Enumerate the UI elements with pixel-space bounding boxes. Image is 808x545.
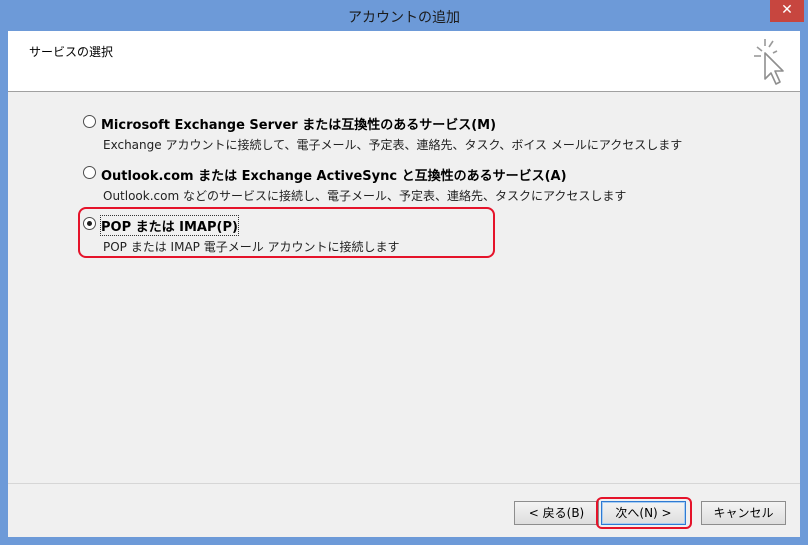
window-title: アカウントの追加 bbox=[348, 10, 460, 26]
radio-exchange[interactable] bbox=[83, 115, 96, 128]
option-outlook-com-description: Outlook.com などのサービスに接続し、電子メール、予定表、連絡先、タス… bbox=[103, 189, 627, 203]
page-title: サービスの選択 bbox=[29, 45, 114, 59]
back-button[interactable]: < 戻る(B) bbox=[514, 501, 599, 525]
option-exchange-label[interactable]: Microsoft Exchange Server または互換性のあるサービス(… bbox=[101, 114, 496, 133]
wizard-header: サービスの選択 bbox=[8, 31, 800, 92]
footer-divider bbox=[8, 483, 800, 484]
wizard-cursor-icon bbox=[754, 39, 784, 85]
next-button-highlight bbox=[596, 497, 692, 529]
cancel-button[interactable]: キャンセル bbox=[701, 501, 786, 525]
close-button[interactable]: ✕ bbox=[770, 0, 804, 22]
option-exchange-description: Exchange アカウントに接続して、電子メール、予定表、連絡先、タスク、ボイ… bbox=[103, 138, 683, 152]
service-options: Microsoft Exchange Server または互換性のあるサービス(… bbox=[8, 92, 800, 482]
radio-outlook-com[interactable] bbox=[83, 166, 96, 179]
dialog-client: サービスの選択 Microsoft Exchange Server または互換性… bbox=[8, 31, 800, 537]
option-outlook-com-label[interactable]: Outlook.com または Exchange ActiveSync と互換性… bbox=[101, 165, 567, 184]
close-icon: ✕ bbox=[781, 2, 793, 18]
pop-imap-highlight bbox=[78, 207, 495, 258]
title-bar[interactable]: アカウントの追加 ✕ bbox=[0, 0, 808, 31]
account-add-dialog: アカウントの追加 ✕ サービスの選択 Microsoft Exchange Se… bbox=[0, 0, 808, 545]
